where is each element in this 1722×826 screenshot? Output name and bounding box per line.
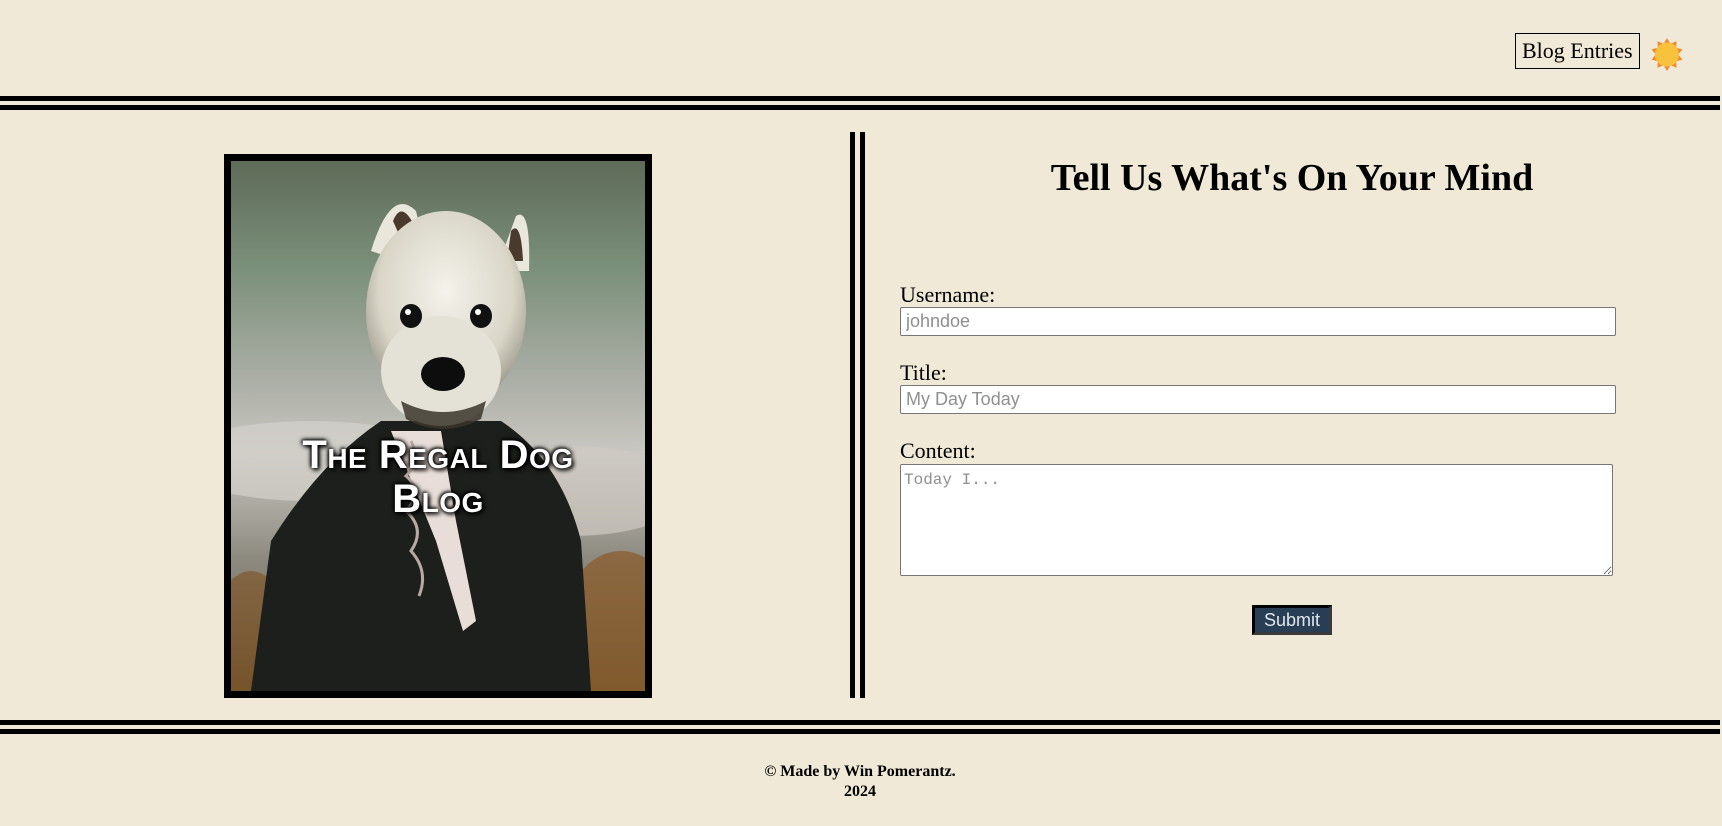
- footer-credit: © Made by Win Pomerantz.: [764, 763, 956, 780]
- footer-double-rule: [0, 720, 1720, 734]
- site-footer: © Made by Win Pomerantz. 2024: [660, 762, 1060, 802]
- dog-portrait-illustration: [231, 204, 645, 691]
- footer-year: 2024: [844, 783, 876, 800]
- poster-title-line-2: Blog: [392, 477, 484, 521]
- content-textarea[interactable]: [900, 464, 1613, 576]
- content-label: Content:: [900, 438, 976, 463]
- title-label: Title:: [900, 360, 947, 385]
- header-double-rule: [0, 96, 1720, 110]
- site-header: Blog Entries: [0, 0, 1722, 96]
- submit-button[interactable]: Submit: [1252, 605, 1332, 635]
- username-label: Username:: [900, 282, 996, 307]
- title-input[interactable]: [900, 385, 1616, 414]
- blog-entries-link[interactable]: Blog Entries: [1515, 33, 1640, 69]
- blog-poster-image: The Regal Dog Blog: [224, 154, 652, 698]
- form-heading: Tell Us What's On Your Mind: [1050, 157, 1534, 199]
- username-input[interactable]: [900, 307, 1616, 336]
- poster-title-line-1: The Regal Dog: [302, 433, 574, 477]
- vertical-double-divider: [850, 132, 865, 698]
- sun-icon[interactable]: [1650, 37, 1684, 71]
- poster-title: The Regal Dog Blog: [231, 433, 645, 521]
